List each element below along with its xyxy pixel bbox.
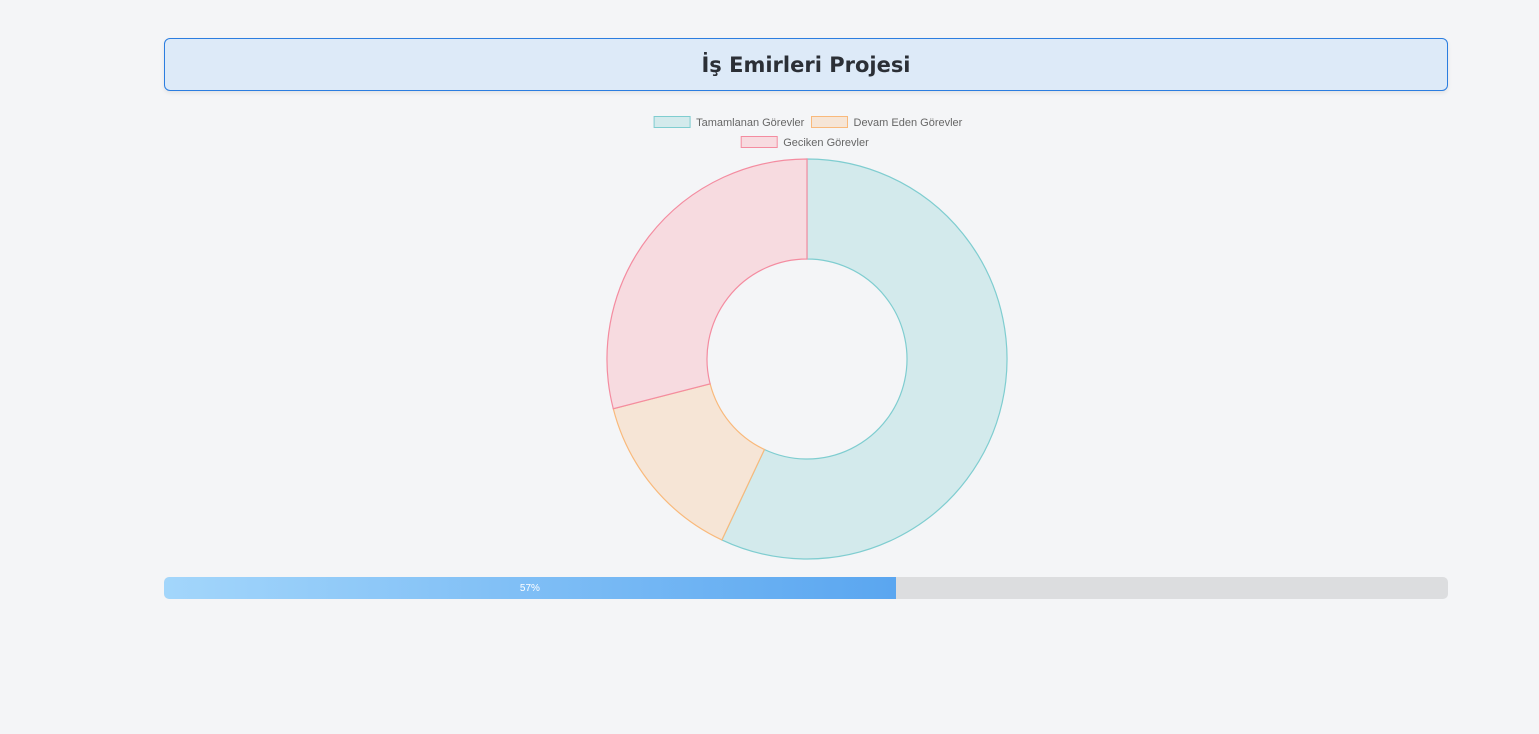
page-title: İş Emirleri Projesi — [701, 52, 911, 77]
page: İş Emirleri Projesi Tamamlanan Görevler D… — [0, 0, 1539, 734]
legend-label-tamamlanan: Tamamlanan Görevler — [696, 117, 805, 129]
legend-item-geciken[interactable]: Geciken Görevler — [740, 136, 869, 150]
progress-fill: 57% — [164, 577, 896, 599]
legend-swatch-geciken — [740, 136, 778, 148]
slice-geciken[interactable] — [606, 158, 808, 410]
legend-label-geciken: Geciken Görevler — [783, 137, 869, 149]
legend-swatch-tamamlanan — [653, 116, 691, 128]
doughnut-chart: Tamamlanan Görevler Devam Eden Görevler Ge… — [580, 110, 1034, 562]
progress-label: 57% — [519, 582, 540, 594]
doughnut-chart-svg: Tamamlanan Görevler Devam Eden Görevler Ge… — [606, 116, 1008, 560]
legend-label-devam-eden: Devam Eden Görevler — [854, 117, 963, 129]
legend-item-devam-eden[interactable]: Devam Eden Görevler — [811, 116, 963, 130]
progress-bar: 57% — [164, 577, 1448, 599]
header-banner: İş Emirleri Projesi — [164, 38, 1448, 91]
legend-swatch-devam-eden — [811, 116, 848, 128]
legend-item-tamamlanan[interactable]: Tamamlanan Görevler — [653, 116, 805, 130]
